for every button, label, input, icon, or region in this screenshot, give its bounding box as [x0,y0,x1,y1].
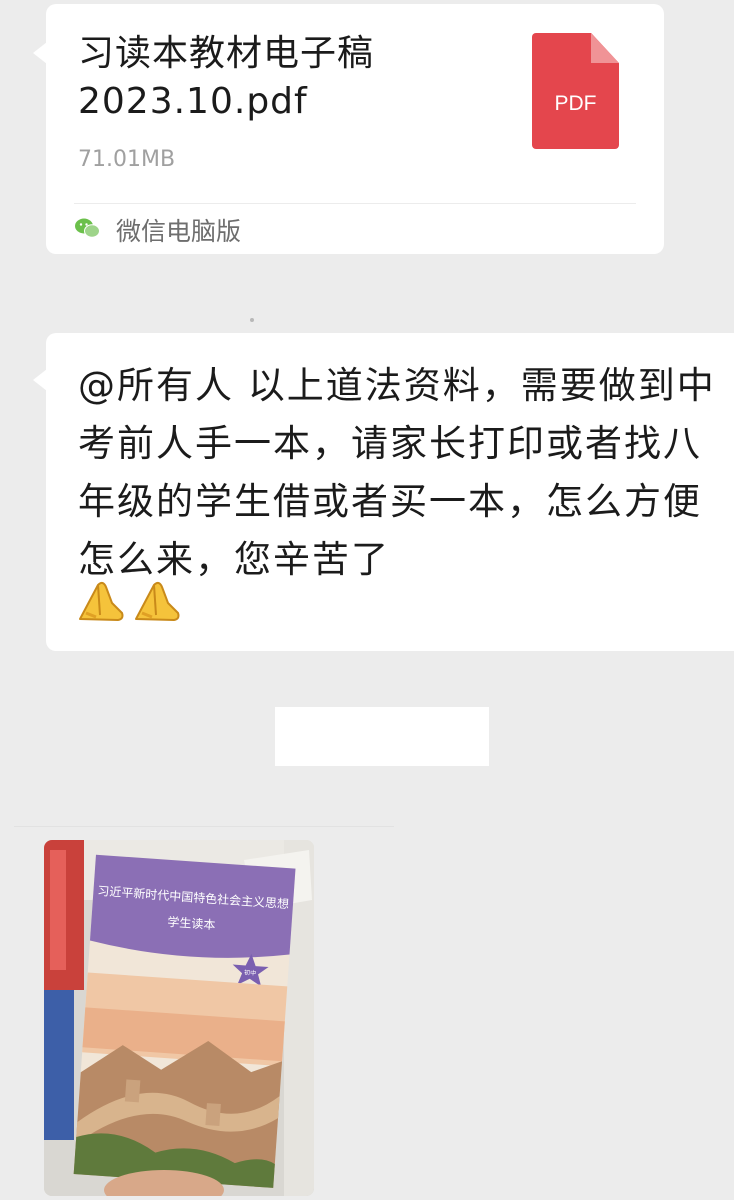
book-photo: 习近平新时代中国特色社会主义思想 学生读本 初中 [44,840,314,1196]
text-message-bubble[interactable]: @所有人 以上道法资料，需要做到中考前人手一本，请家长打印或者找八年级的学生借或… [33,333,734,651]
file-name: 习读本教材电子稿 2023.10.pdf [78,33,375,122]
file-source-label: 微信电脑版 [116,217,242,246]
file-size: 71.01MB [78,147,176,172]
speck [250,318,254,322]
pdf-icon-label: PDF [554,92,597,115]
divider [74,203,636,204]
folded-hands-icon [135,581,180,621]
redacted-block [275,707,489,766]
wechat-icon [75,218,100,238]
divider [14,826,394,827]
folded-hands-icon [79,581,124,621]
emoji-row [76,579,182,625]
book-badge: 初中 [244,968,257,977]
image-message[interactable]: 习近平新时代中国特色社会主义思想 学生读本 初中 [44,840,314,1196]
message-text: @所有人 以上道法资料，需要做到中考前人手一本，请家长打印或者找八年级的学生借或… [78,364,716,581]
file-message-bubble[interactable]: 习读本教材电子稿 2023.10.pdf 71.01MB PDF 微信电脑版 [33,4,664,254]
